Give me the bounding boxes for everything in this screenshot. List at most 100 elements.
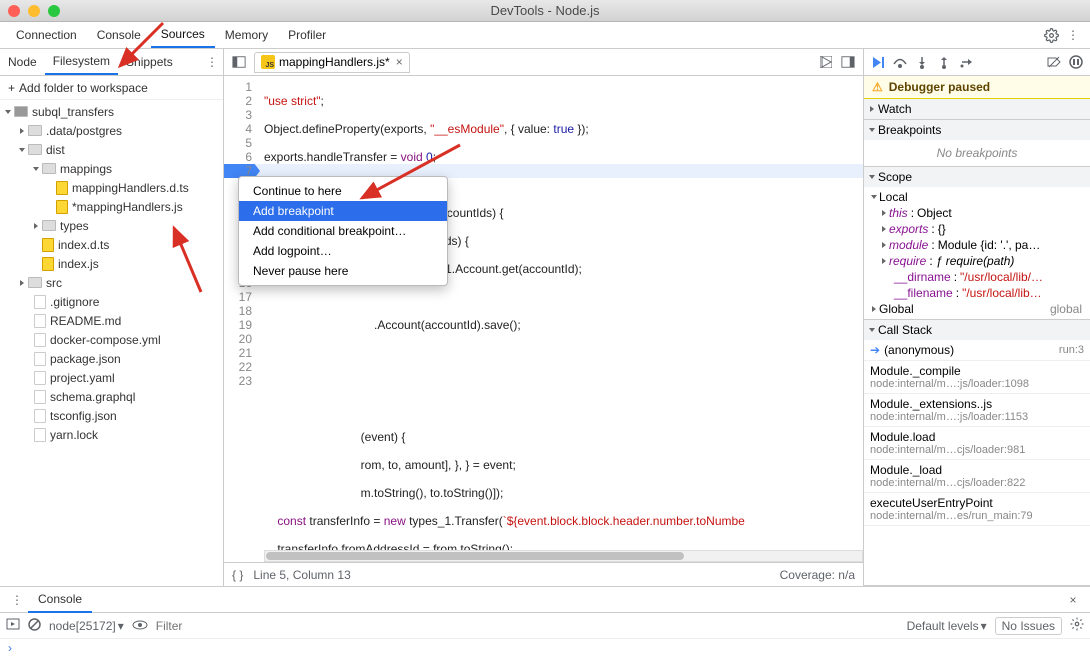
debugger-paused-banner: ⚠ Debugger paused bbox=[864, 76, 1090, 99]
tree-folder[interactable]: src bbox=[0, 273, 223, 292]
minimize-window-button[interactable] bbox=[28, 5, 40, 17]
add-folder-button[interactable]: + Add folder to workspace bbox=[0, 76, 223, 100]
resume-button[interactable] bbox=[868, 52, 888, 72]
callstack-frame[interactable]: Module._compilenode:internal/m…:js/loade… bbox=[864, 361, 1090, 394]
tree-file[interactable]: yarn.lock bbox=[0, 425, 223, 444]
tree-file[interactable]: project.yaml bbox=[0, 368, 223, 387]
callstack-frame[interactable]: Module.loadnode:internal/m…cjs/loader:98… bbox=[864, 427, 1090, 460]
file-icon bbox=[34, 371, 46, 385]
tree-file[interactable]: tsconfig.json bbox=[0, 406, 223, 425]
clear-console-icon[interactable] bbox=[28, 618, 41, 634]
debugger-sidebar: ⚠ Debugger paused Watch Breakpoints No b… bbox=[864, 76, 1090, 586]
ctx-continue-to-here[interactable]: Continue to here bbox=[239, 181, 447, 201]
tree-file[interactable]: README.md bbox=[0, 311, 223, 330]
log-levels-dropdown[interactable]: Default levels ▾ bbox=[907, 619, 987, 633]
close-window-button[interactable] bbox=[8, 5, 20, 17]
tab-sources[interactable]: Sources bbox=[151, 22, 215, 48]
folder-icon bbox=[28, 125, 42, 136]
settings-icon[interactable] bbox=[1040, 24, 1062, 46]
context-selector[interactable]: node[25172] ▾ bbox=[49, 619, 124, 633]
scope-var[interactable]: __dirname: "/usr/local/lib/… bbox=[868, 269, 1086, 285]
scope-var[interactable]: require: ƒ require(path) bbox=[868, 253, 1086, 269]
tree-folder[interactable]: .data/postgres bbox=[0, 121, 223, 140]
close-tab-icon[interactable]: × bbox=[396, 55, 403, 69]
js-file-icon bbox=[56, 181, 68, 195]
scope-global[interactable]: Globalglobal bbox=[868, 301, 1086, 317]
folder-icon bbox=[28, 277, 42, 288]
more-icon[interactable]: ⋮ bbox=[1062, 24, 1084, 46]
console-settings-icon[interactable] bbox=[1070, 617, 1084, 634]
scope-var[interactable]: __filename: "/usr/local/lib… bbox=[868, 285, 1086, 301]
deactivate-breakpoints-button[interactable] bbox=[1044, 52, 1064, 72]
tree-file[interactable]: .gitignore bbox=[0, 292, 223, 311]
navtab-filesystem[interactable]: Filesystem bbox=[45, 49, 118, 75]
toggle-debugger-icon[interactable] bbox=[837, 51, 859, 73]
drawer-more-icon[interactable]: ⋮ bbox=[6, 589, 28, 611]
step-into-button[interactable] bbox=[912, 52, 932, 72]
watch-section-header[interactable]: Watch bbox=[864, 99, 1090, 119]
pause-exceptions-button[interactable] bbox=[1066, 52, 1086, 72]
toggle-navigator-icon[interactable] bbox=[228, 51, 250, 73]
console-drawer-header: ⋮ Console × bbox=[0, 586, 1090, 613]
tab-console[interactable]: Console bbox=[87, 22, 151, 48]
navtab-snippets[interactable]: Snippets bbox=[118, 49, 181, 75]
file-icon bbox=[34, 333, 46, 347]
breakpoints-section-header[interactable]: Breakpoints bbox=[864, 120, 1090, 140]
callstack-frame[interactable]: Module._extensions..jsnode:internal/m…:j… bbox=[864, 394, 1090, 427]
file-tab[interactable]: mappingHandlers.js* × bbox=[254, 52, 410, 73]
step-button[interactable] bbox=[956, 52, 976, 72]
code-editor[interactable]: 1234567 1617181920212223 "use strict"; O… bbox=[224, 76, 863, 562]
sub-bar: Node Filesystem Snippets ⋮ mappingHandle… bbox=[0, 49, 1090, 76]
zoom-window-button[interactable] bbox=[48, 5, 60, 17]
tab-memory[interactable]: Memory bbox=[215, 22, 278, 48]
callstack-frame[interactable]: ➔ (anonymous)run:3 bbox=[864, 340, 1090, 361]
tree-folder[interactable]: dist bbox=[0, 140, 223, 159]
scope-var[interactable]: exports: {} bbox=[868, 221, 1086, 237]
issues-button[interactable]: No Issues bbox=[995, 617, 1062, 635]
tab-connection[interactable]: Connection bbox=[6, 22, 87, 48]
editor-statusbar: { } Line 5, Column 13 Coverage: n/a bbox=[224, 562, 863, 586]
folder-icon bbox=[42, 163, 56, 174]
file-tree: subql_transfers .data/postgres dist mapp… bbox=[0, 100, 223, 586]
run-snippet-icon[interactable] bbox=[815, 51, 837, 73]
scope-var[interactable]: module: Module {id: '.', pa… bbox=[868, 237, 1086, 253]
horizontal-scrollbar[interactable] bbox=[264, 550, 863, 562]
scope-local[interactable]: Local bbox=[868, 189, 1086, 205]
console-filter-input[interactable] bbox=[156, 619, 899, 633]
current-frame-icon: ➔ bbox=[870, 343, 880, 357]
warning-icon: ⚠ bbox=[872, 80, 883, 94]
callstack-section-header[interactable]: Call Stack bbox=[864, 320, 1090, 340]
tree-folder[interactable]: types bbox=[0, 216, 223, 235]
callstack-frame[interactable]: executeUserEntryPointnode:internal/m…es/… bbox=[864, 493, 1090, 526]
callstack-frame[interactable]: Module._loadnode:internal/m…cjs/loader:8… bbox=[864, 460, 1090, 493]
scope-section-header[interactable]: Scope bbox=[864, 167, 1090, 187]
tree-file[interactable]: package.json bbox=[0, 349, 223, 368]
tree-file[interactable]: schema.graphql bbox=[0, 387, 223, 406]
tree-file[interactable]: index.js bbox=[0, 254, 223, 273]
tree-file[interactable]: *mappingHandlers.js bbox=[0, 197, 223, 216]
context-menu: Continue to here Add breakpoint Add cond… bbox=[238, 176, 448, 286]
ctx-add-logpoint[interactable]: Add logpoint… bbox=[239, 241, 447, 261]
tree-file[interactable]: docker-compose.yml bbox=[0, 330, 223, 349]
js-file-icon bbox=[42, 238, 54, 252]
step-out-button[interactable] bbox=[934, 52, 954, 72]
tree-file[interactable]: index.d.ts bbox=[0, 235, 223, 254]
drawer-console-tab[interactable]: Console bbox=[28, 587, 92, 613]
ctx-add-breakpoint[interactable]: Add breakpoint bbox=[239, 201, 447, 221]
step-over-button[interactable] bbox=[890, 52, 910, 72]
close-drawer-icon[interactable]: × bbox=[1062, 589, 1084, 611]
console-toolbar: node[25172] ▾ Default levels ▾ No Issues bbox=[0, 613, 1090, 639]
tab-profiler[interactable]: Profiler bbox=[278, 22, 336, 48]
ctx-add-conditional-breakpoint[interactable]: Add conditional breakpoint… bbox=[239, 221, 447, 241]
toggle-sidebar-icon[interactable] bbox=[6, 618, 20, 633]
tree-folder[interactable]: subql_transfers bbox=[0, 102, 223, 121]
scope-var[interactable]: this: Object bbox=[868, 205, 1086, 221]
console-prompt[interactable]: › bbox=[0, 639, 1090, 657]
navtab-node[interactable]: Node bbox=[0, 49, 45, 75]
ctx-never-pause-here[interactable]: Never pause here bbox=[239, 261, 447, 281]
live-expression-icon[interactable] bbox=[132, 619, 148, 633]
tree-folder[interactable]: mappings bbox=[0, 159, 223, 178]
nav-more-icon[interactable]: ⋮ bbox=[201, 51, 223, 73]
pretty-print-icon[interactable]: { } bbox=[232, 568, 243, 582]
tree-file[interactable]: mappingHandlers.d.ts bbox=[0, 178, 223, 197]
